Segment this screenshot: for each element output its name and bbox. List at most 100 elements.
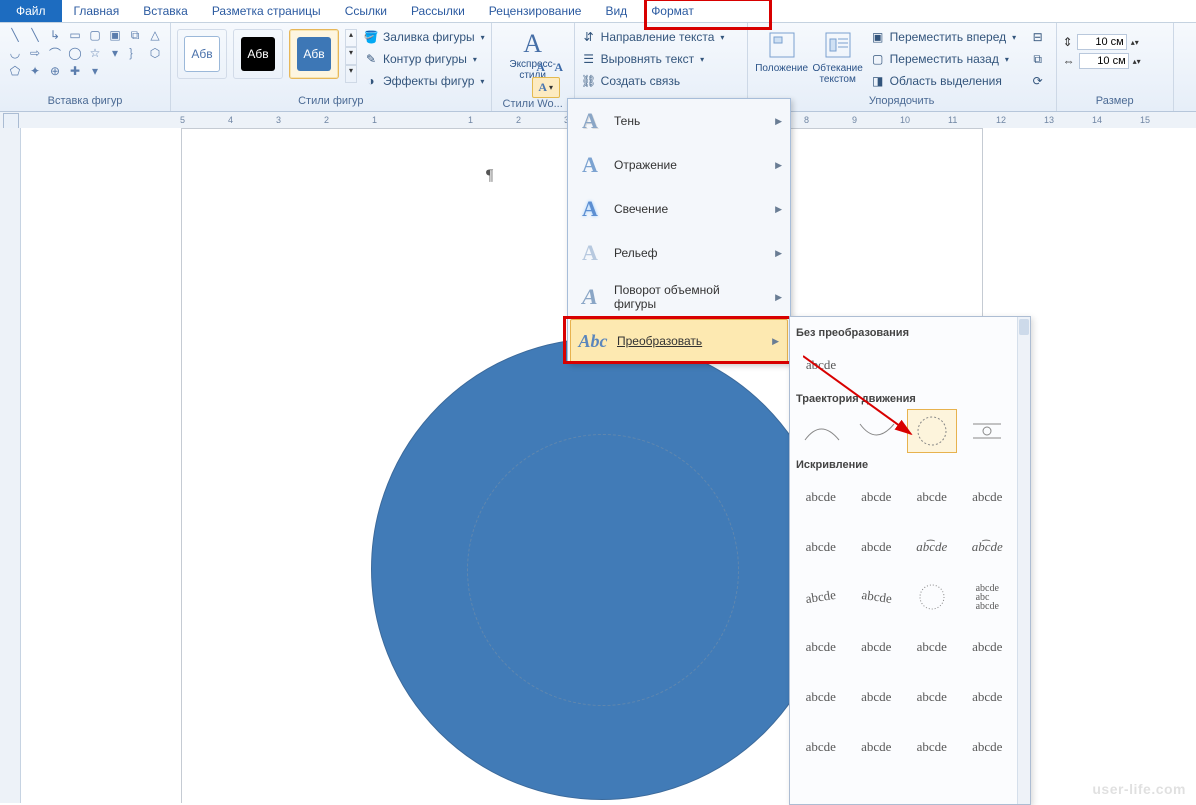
transform-path-archdown[interactable] [852,409,902,453]
tab-page-layout[interactable]: Разметка страницы [200,0,333,22]
shape-star5-icon[interactable]: ✦ [26,63,44,79]
shape-connector-icon[interactable]: ↳ [46,27,64,43]
warp-22[interactable]: abcde [852,725,902,769]
menu-shadow[interactable]: A Тень▶ [568,99,790,143]
selection-pane-button[interactable]: ◨Область выделения [870,71,1030,91]
spinner-icon[interactable]: ▴▾ [1133,57,1141,66]
shape-more-icon[interactable]: ▾ [106,45,124,61]
warp-21[interactable]: abcde [796,725,846,769]
shape-effects-button[interactable]: ◑Эффекты фигур▾ [363,71,485,91]
warp-20[interactable]: abcde [963,675,1013,719]
menu-reflection[interactable]: A Отражение▶ [568,143,790,187]
shape-poly-icon[interactable]: ⬠ [6,63,24,79]
shape-triangle-icon[interactable]: △ [146,27,164,43]
group-objects-button[interactable]: ⧉ [1030,49,1050,69]
shape-height-input[interactable] [1077,34,1127,50]
wrap-text-button[interactable]: Обтекание текстом [810,25,866,91]
tab-review[interactable]: Рецензирование [477,0,594,22]
shape-star-icon[interactable]: ☆ [86,45,104,61]
warp-15[interactable]: abcde [907,625,957,669]
shape-style-gallery[interactable]: Абв Абв Абв ▴ ▾ ▾ [177,25,357,83]
send-backward-button[interactable]: ▢Переместить назад▾ [870,49,1030,69]
shape-circle[interactable] [371,338,833,800]
shape-hex-icon[interactable]: ⬡ [146,45,164,61]
warp-12[interactable]: abcdeabcabcde [963,575,1013,619]
style-swatch-3[interactable]: Абв [289,29,339,79]
shape-curve-icon[interactable]: ◡ [6,45,24,61]
warp-5[interactable]: abcde [796,525,846,569]
create-link-button[interactable]: ⛓Создать связь [581,71,741,91]
warp-19[interactable]: abcde [907,675,957,719]
text-fill-icon[interactable]: A [533,59,549,75]
style-swatch-2[interactable]: Абв [233,29,283,79]
shape-plus-icon[interactable]: ✚ [66,63,84,79]
shape-scroll-icon[interactable]: ▾ [86,63,104,79]
warp-3[interactable]: abcde [907,475,957,519]
transform-path-button[interactable] [963,409,1013,453]
align-text-button[interactable]: ☰Выровнять текст▾ [581,49,741,69]
warp-4[interactable]: abcde [963,475,1013,519]
shape-edit-icon[interactable]: ⧉ [126,27,144,43]
shape-arrow-icon[interactable]: ⇨ [26,45,44,61]
menu-3d-rotation[interactable]: A Поворот объемной фигуры▶ [568,275,790,319]
bring-forward-button[interactable]: ▣Переместить вперед▾ [870,27,1030,47]
position-button[interactable]: Положение [754,25,810,91]
warp-11[interactable] [907,575,957,619]
shape-width-input[interactable] [1079,53,1129,69]
gallery-more-icon[interactable]: ▾ [345,65,357,83]
menu-bevel[interactable]: A Рельеф▶ [568,231,790,275]
style-swatch-1[interactable]: Абв [177,29,227,79]
tab-file[interactable]: Файл [0,0,62,22]
warp-23[interactable]: abcde [907,725,957,769]
warp-7[interactable]: ab͡cde [907,525,957,569]
text-direction-button[interactable]: ⇵Направление текста▾ [581,27,741,47]
warp-6[interactable]: abcde [852,525,902,569]
tab-references[interactable]: Ссылки [333,0,399,22]
rotate-button[interactable]: ⟳ [1030,71,1050,91]
shape-textbox-icon[interactable]: ▣ [106,27,124,43]
tab-insert[interactable]: Вставка [131,0,200,22]
tab-selector[interactable] [3,113,19,129]
tab-view[interactable]: Вид [593,0,639,22]
highlight-format-tab [644,0,772,30]
gallery-scrollbar[interactable] [1017,317,1030,804]
shape-arc-icon[interactable]: ⌒ [46,45,64,61]
shape-outline-button[interactable]: ✎Контур фигуры▾ [363,49,485,69]
tab-mailings[interactable]: Рассылки [399,0,477,22]
shape-oval-icon[interactable]: ◯ [66,45,84,61]
menu-glow[interactable]: A Свечение▶ [568,187,790,231]
warp-17[interactable]: abcde [796,675,846,719]
group-icon: ⧉ [1030,51,1046,67]
warp-8[interactable]: ab͡cde [963,525,1013,569]
warp-24[interactable]: abcde [963,725,1013,769]
spinner-icon[interactable]: ▴▾ [1131,38,1139,47]
transform-none[interactable]: abcde [796,343,846,387]
shape-brace-icon[interactable]: ｝ [126,45,144,61]
shapes-gallery[interactable]: ╲ ╲ ↳ ▭ ▢ ▣ ⧉ △ ◡ ⇨ ⌒ ◯ ☆ ▾ ｝ ⬡ ⬠ ✦ ⊕ ✚ … [6,25,164,79]
group-size: ⇕ ▴▾ ⇔ ▴▾ Размер [1057,23,1174,111]
tab-home[interactable]: Главная [62,0,132,22]
warp-14[interactable]: abcde [852,625,902,669]
group-label-arrange: Упорядочить [754,95,1050,111]
warp-16[interactable]: abcde [963,625,1013,669]
warp-9[interactable]: abcde [793,572,848,622]
gallery-down-icon[interactable]: ▾ [345,47,357,65]
text-outline-icon[interactable]: A [551,59,567,75]
warp-1[interactable]: abcde [796,475,846,519]
warp-13[interactable]: abcde [796,625,846,669]
align-button[interactable]: ⊟ [1030,27,1050,47]
gallery-up-icon[interactable]: ▴ [345,29,357,47]
transform-path-arch[interactable] [796,409,846,453]
shape-rect2-icon[interactable]: ▢ [86,27,104,43]
warp-18[interactable]: abcde [852,675,902,719]
shape-line2-icon[interactable]: ╲ [26,27,44,43]
scrollbar-thumb[interactable] [1019,319,1029,335]
warp-10[interactable]: abcde [849,572,904,622]
shape-line-icon[interactable]: ╲ [6,27,24,43]
warp-2[interactable]: abcde [852,475,902,519]
shape-callout-icon[interactable]: ⊕ [46,63,64,79]
shape-rect-icon[interactable]: ▭ [66,27,84,43]
transform-path-circle[interactable] [907,409,957,453]
text-effects-button[interactable]: A▾ [532,77,560,98]
shape-fill-button[interactable]: 🪣Заливка фигуры▾ [363,27,485,47]
